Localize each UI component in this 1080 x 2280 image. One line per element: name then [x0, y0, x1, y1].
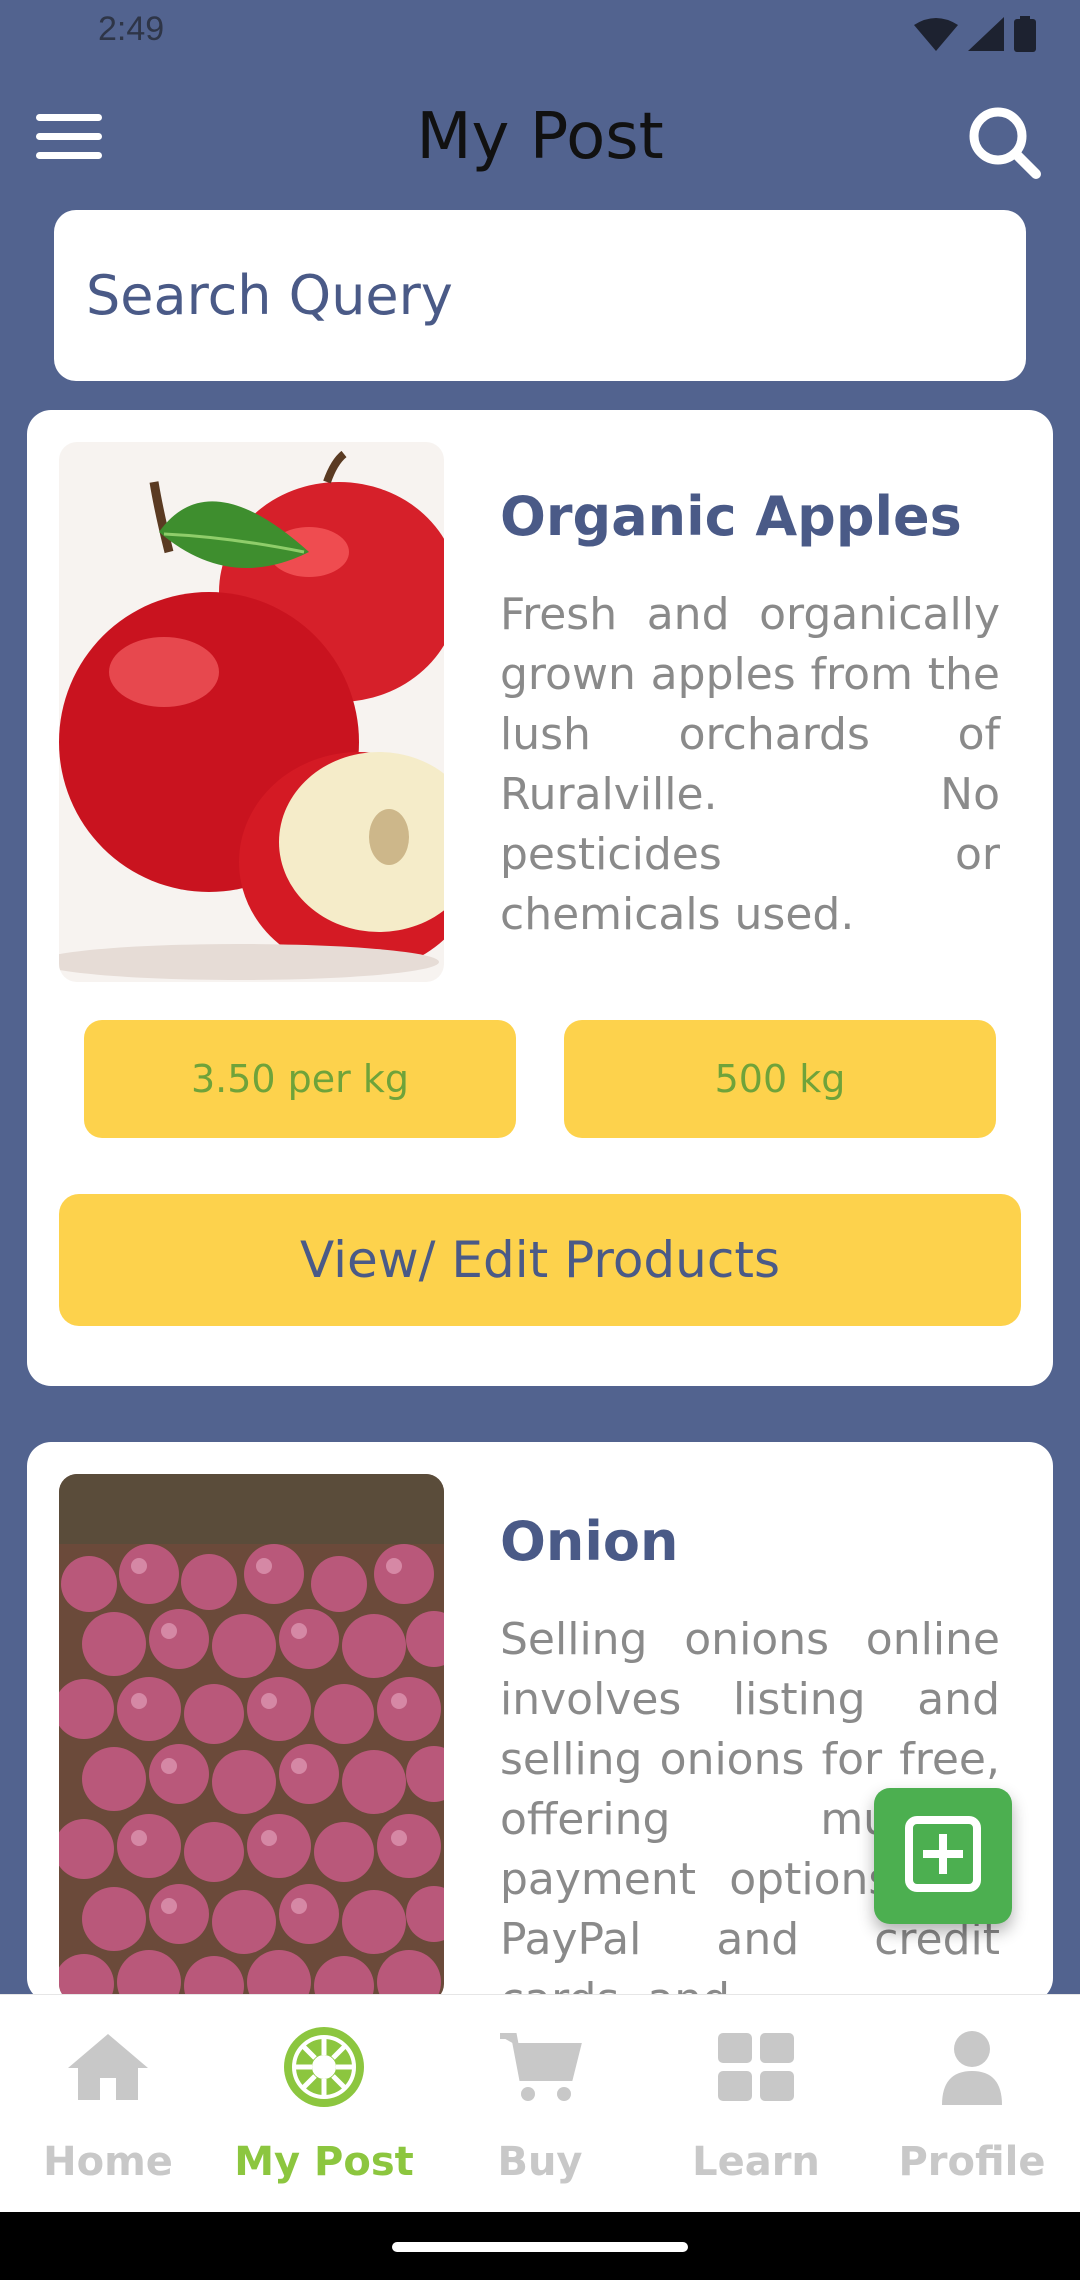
nav-label: Profile [898, 2139, 1046, 2185]
status-time: 2:49 [98, 10, 165, 48]
system-gesture-bar [0, 2212, 1080, 2280]
product-description: Fresh and organically grown apples from … [500, 589, 1000, 940]
product-title: Organic Apples [500, 485, 962, 548]
product-title: Onion [500, 1510, 679, 1573]
grid-icon [714, 2025, 798, 2109]
nav-item-learn[interactable]: Learn [648, 1995, 864, 2212]
nav-label: Learn [692, 2139, 820, 2185]
settings-badge-icon [282, 2025, 366, 2109]
add-post-button[interactable] [874, 1788, 1012, 1924]
product-image-apples [59, 442, 444, 982]
signal-icon [968, 17, 1004, 55]
person-icon [930, 2025, 1014, 2109]
post-card: Organic Apples Fresh and organically gro… [27, 410, 1053, 1386]
nav-item-home[interactable]: Home [0, 1995, 216, 2212]
nav-label: My Post [234, 2139, 414, 2185]
nav-item-buy[interactable]: Buy [432, 1995, 648, 2212]
wifi-icon [914, 17, 958, 55]
product-image-onions [59, 1474, 444, 2002]
search-icon[interactable] [964, 102, 1044, 182]
nav-label: Buy [497, 2139, 583, 2185]
nav-label: Home [43, 2139, 173, 2185]
search-input[interactable]: Search Query [54, 210, 1026, 381]
status-bar: 2:49 [0, 0, 1080, 66]
add-box-icon [903, 1814, 983, 1898]
app-bar: My Post [0, 66, 1080, 216]
page-title: My Post [416, 100, 664, 174]
nav-item-profile[interactable]: Profile [864, 1995, 1080, 2212]
bottom-navigation: Home My Post Buy Learn Profile [0, 1994, 1080, 2212]
cart-icon [498, 2025, 582, 2109]
home-icon [66, 2025, 150, 2109]
quantity-badge: 500 kg [564, 1020, 996, 1138]
nav-item-my-post[interactable]: My Post [216, 1995, 432, 2212]
status-icons [914, 16, 1036, 56]
battery-icon [1014, 16, 1036, 56]
view-edit-products-button[interactable]: View/ Edit Products [59, 1194, 1021, 1326]
price-badge: 3.50 per kg [84, 1020, 516, 1138]
home-indicator[interactable] [392, 2242, 688, 2252]
